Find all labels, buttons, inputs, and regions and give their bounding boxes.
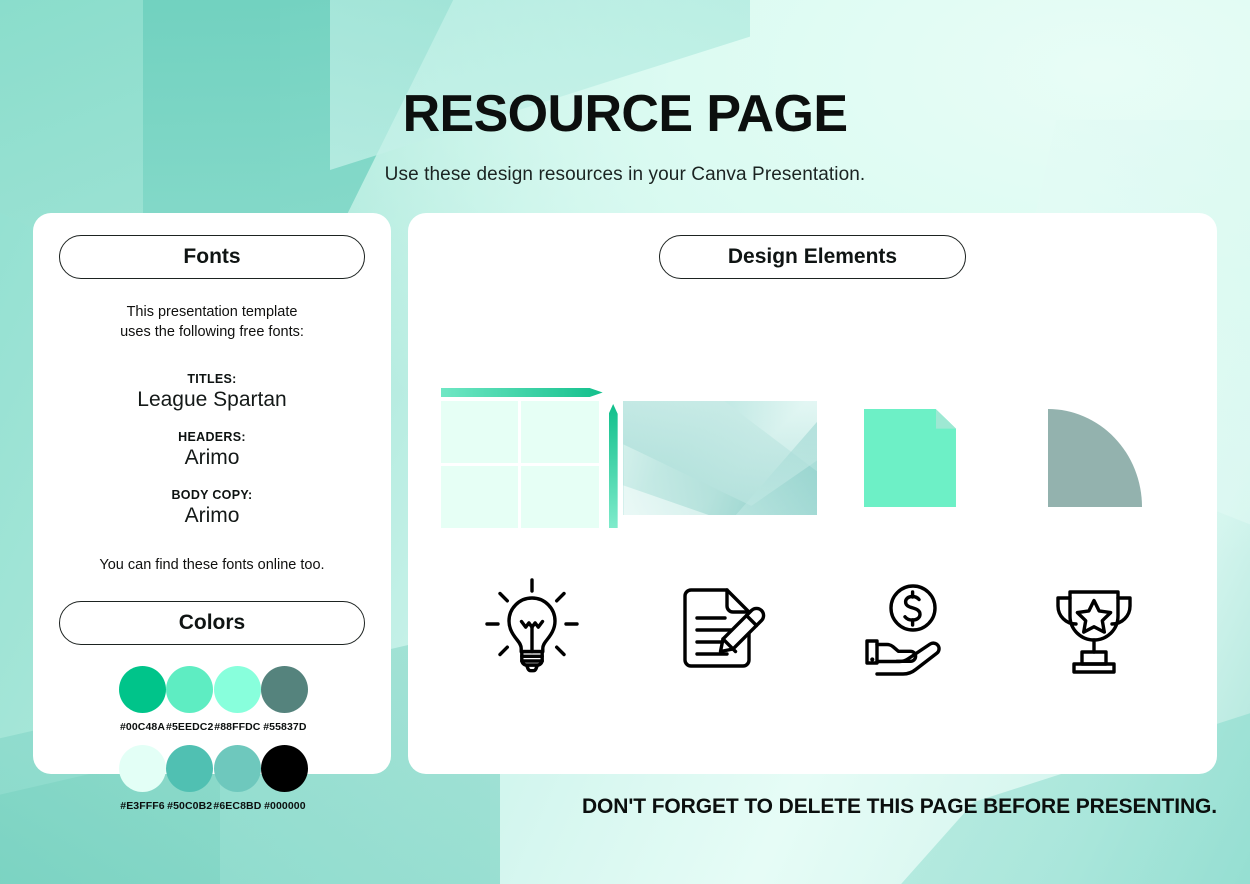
color-swatch-hex-label: #88FFDC — [214, 720, 261, 733]
icon-cell[interactable] — [1001, 563, 1189, 693]
graphic-cell[interactable] — [623, 378, 818, 538]
fonts-colors-panel: Fonts This presentation template uses th… — [33, 213, 391, 812]
icon-cell[interactable] — [438, 563, 626, 693]
colors-section: Colors #00C48A #5EEDC2 #88FFDC #55837D #E3FF… — [33, 600, 391, 812]
color-swatch-dot — [261, 665, 309, 713]
color-swatch[interactable]: #55837D — [261, 665, 309, 733]
fonts-intro: This presentation template uses the foll… — [33, 303, 391, 342]
color-swatch[interactable]: #00C48A — [119, 665, 166, 733]
arrow-right-icon — [440, 388, 603, 397]
icon-cell[interactable] — [626, 563, 814, 693]
trophy-icon[interactable] — [1042, 576, 1146, 680]
delete-page-warning: DON'T FORGET TO DELETE THIS PAGE BEFORE … — [581, 795, 1217, 818]
font-group-value: Arimo — [184, 446, 240, 470]
graphic-cell[interactable] — [438, 378, 623, 538]
grid-cell — [440, 466, 519, 528]
quarter-circle-shape[interactable] — [1048, 409, 1143, 507]
fonts-outro: You can find these fonts online too. — [99, 556, 325, 573]
color-swatch[interactable]: #5EEDC2 — [166, 665, 214, 733]
font-group-value: League Spartan — [137, 388, 287, 412]
sticky-note-shape[interactable] — [863, 409, 956, 507]
lightbulb-icon[interactable] — [480, 576, 584, 680]
color-swatch-grid: #00C48A #5EEDC2 #88FFDC #55837D #E3FFF6 #50C0… — [119, 665, 309, 812]
graphics-row — [438, 378, 1188, 538]
fonts-section-header: Fonts — [59, 235, 365, 279]
color-swatch-dot — [213, 665, 261, 713]
color-swatch-dot — [119, 665, 166, 713]
fonts-intro-line-1: This presentation template — [126, 304, 298, 320]
icons-row — [438, 563, 1188, 693]
color-swatch[interactable]: #000000 — [261, 744, 309, 812]
fonts-intro-line-2: uses the following free fonts: — [120, 323, 304, 340]
colors-section-header: Colors — [59, 600, 365, 645]
design-elements-panel: Design Elements — [408, 213, 1217, 774]
color-swatch-dot — [261, 744, 309, 792]
arrow-up-icon — [608, 404, 618, 528]
icon-cell[interactable] — [813, 563, 1001, 693]
hand-coin-icon[interactable] — [855, 576, 959, 680]
page-title: RESOURCE PAGE — [402, 85, 848, 143]
font-group-value: Arimo — [184, 504, 240, 528]
font-group-label: BODY COPY: — [171, 488, 253, 503]
grid-cell — [440, 401, 519, 463]
color-swatch-hex-label: #E3FFF6 — [120, 799, 165, 812]
font-group-label: HEADERS: — [178, 430, 246, 445]
color-swatch-dot — [166, 744, 214, 792]
abstract-gradient-image[interactable] — [623, 401, 818, 515]
grid-cell — [521, 401, 599, 463]
color-swatch-hex-label: #6EC8BD — [213, 799, 262, 812]
color-swatch[interactable]: #6EC8BD — [213, 744, 262, 812]
page-subtitle: Use these design resources in your Canva… — [384, 164, 866, 185]
design-elements-header: Design Elements — [659, 235, 966, 279]
color-swatch-hex-label: #55837D — [263, 720, 307, 733]
color-swatch-hex-label: #5EEDC2 — [166, 720, 214, 733]
grid-graphic[interactable] — [440, 388, 621, 528]
color-swatch-dot — [119, 744, 166, 792]
color-swatch-dot — [166, 665, 214, 713]
slide-header: RESOURCE PAGE Use these design resources… — [0, 88, 1250, 186]
color-swatch[interactable]: #88FFDC — [213, 665, 261, 733]
font-group-headers: HEADERS: Arimo — [33, 430, 391, 470]
color-swatch-hex-label: #50C0B2 — [167, 799, 213, 812]
color-swatch-hex-label: #00C48A — [119, 720, 166, 733]
color-swatch-hex-label: #000000 — [264, 799, 306, 812]
color-swatch-dot — [213, 744, 261, 792]
color-swatch[interactable]: #50C0B2 — [166, 744, 214, 812]
color-swatch[interactable]: #E3FFF6 — [119, 744, 166, 812]
font-group-titles: TITLES: League Spartan — [33, 372, 391, 412]
graphic-cell[interactable] — [1003, 378, 1188, 538]
graphic-cell[interactable] — [817, 378, 1002, 538]
font-group-label: TITLES: — [187, 372, 237, 387]
font-group-body-copy: BODY COPY: Arimo — [33, 488, 391, 528]
grid-cells — [440, 401, 599, 528]
document-pencil-icon[interactable] — [667, 576, 771, 680]
grid-cell — [521, 466, 599, 528]
slide-canvas: RESOURCE PAGE Use these design resources… — [0, 0, 1250, 884]
